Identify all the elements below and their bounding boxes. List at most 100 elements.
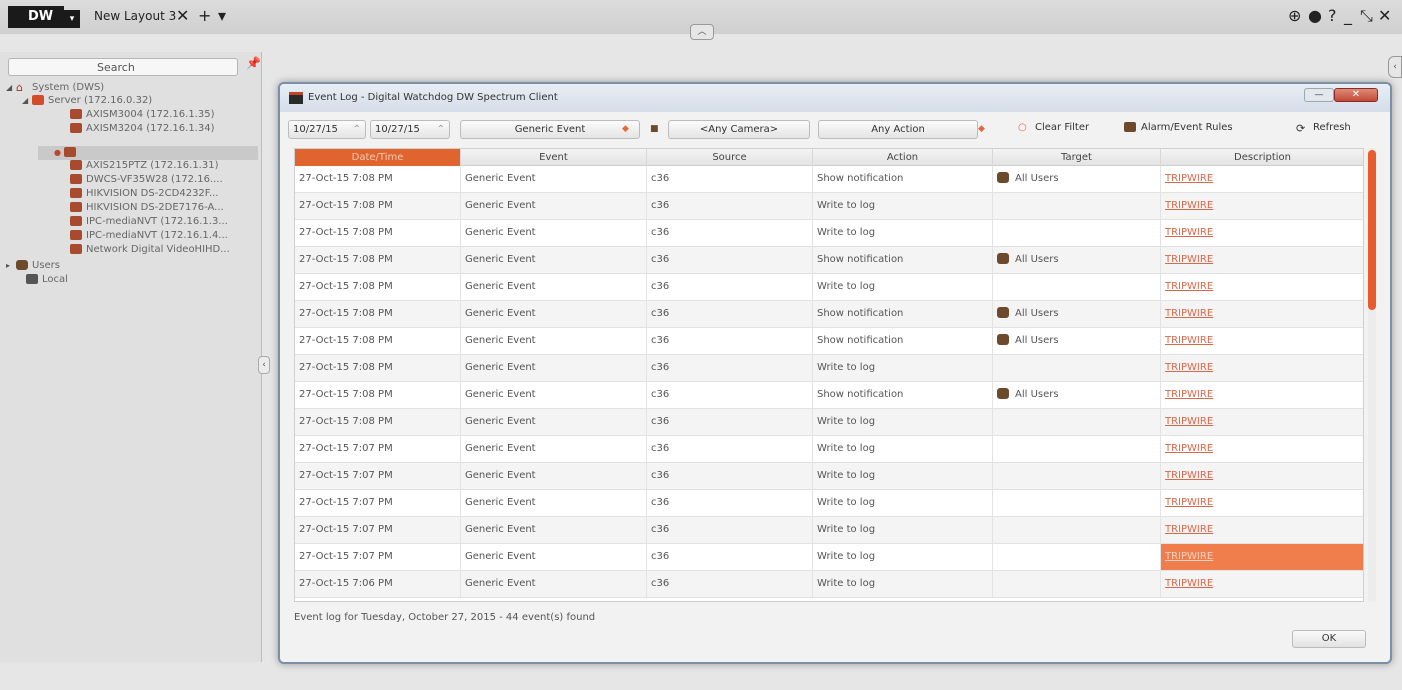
cell-description[interactable]: TRIPWIRE xyxy=(1161,328,1363,354)
alarm-rules-button[interactable]: Alarm/Event Rules xyxy=(1124,122,1233,133)
tree-item-camera[interactable]: AXIS215PTZ (172.16.1.31) xyxy=(70,160,218,172)
dialog-minimize-button[interactable]: — xyxy=(1304,88,1334,102)
table-row[interactable]: 27-Oct-15 7:06 PM Generic Event c36 Write t… xyxy=(295,571,1363,598)
cell-description[interactable]: TRIPWIRE xyxy=(1161,409,1363,435)
table-row[interactable]: 27-Oct-15 7:07 PM Generic Event c36 Write t… xyxy=(295,517,1363,544)
cell-description-text: TRIPWIRE xyxy=(1165,443,1214,454)
help-icon[interactable]: ? xyxy=(1328,6,1337,25)
search-input[interactable]: Search xyxy=(8,58,238,76)
table-row[interactable]: 27-Oct-15 7:08 PM Generic Event c36 Show no… xyxy=(295,328,1363,355)
action-dropdown-icon[interactable]: ◆ xyxy=(978,123,992,135)
table-row[interactable]: 27-Oct-15 7:08 PM Generic Event c36 Show no… xyxy=(295,247,1363,274)
cell-description[interactable]: TRIPWIRE xyxy=(1161,355,1363,381)
tree-item-users[interactable]: ▸ Users xyxy=(6,260,60,272)
tree-item-camera[interactable]: DWCS-VF35W28 (172.16.... xyxy=(70,174,223,186)
column-header-event[interactable]: Event xyxy=(461,149,647,166)
cell-event: Generic Event xyxy=(461,382,647,408)
cell-source: c36 xyxy=(647,247,813,273)
clear-filter-button[interactable]: ○ Clear Filter xyxy=(1018,122,1089,133)
table-row[interactable]: 27-Oct-15 7:08 PM Generic Event c36 Write t… xyxy=(295,220,1363,247)
event-type-select[interactable]: Generic Event xyxy=(460,120,640,139)
tree-item-camera[interactable]: IPC-mediaNVT (172.16.1.3... xyxy=(70,216,228,228)
tree-item-camera[interactable]: IPC-mediaNVT (172.16.1.4... xyxy=(70,230,228,242)
date-spinner-icon[interactable]: ⌃ xyxy=(437,121,445,138)
table-row[interactable]: 27-Oct-15 7:07 PM Generic Event c36 Write t… xyxy=(295,544,1363,571)
cell-date-text: 27-Oct-15 7:08 PM xyxy=(299,335,393,346)
cell-source: c36 xyxy=(647,409,813,435)
date-spinner-icon[interactable]: ⌃ xyxy=(353,121,361,138)
alarm-rules-icon xyxy=(1124,122,1136,132)
dialog-title-bar[interactable]: Event Log - Digital Watchdog DW Spectrum… xyxy=(280,84,1390,112)
cell-description[interactable]: TRIPWIRE xyxy=(1161,382,1363,408)
cell-description[interactable]: TRIPWIRE xyxy=(1161,193,1363,219)
column-header-date[interactable]: Date/Time xyxy=(295,149,461,166)
cell-description[interactable]: TRIPWIRE xyxy=(1161,571,1363,597)
scrollbar-thumb[interactable] xyxy=(1368,150,1376,310)
cell-date: 27-Oct-15 7:07 PM xyxy=(295,517,461,543)
column-header-action[interactable]: Action xyxy=(813,149,993,166)
collapse-title-bar-chevron-icon[interactable]: ︿ xyxy=(690,24,714,40)
vertical-scrollbar[interactable] xyxy=(1368,148,1376,602)
minimize-icon[interactable]: _ xyxy=(1344,6,1352,25)
tree-item-local[interactable]: Local xyxy=(16,274,68,286)
table-row[interactable]: 27-Oct-15 7:08 PM Generic Event c36 Write t… xyxy=(295,355,1363,382)
ok-button[interactable]: OK xyxy=(1292,630,1366,648)
tree-item-camera[interactable]: HIKVISION DS-2DE7176-A... xyxy=(70,202,224,214)
settings-icon[interactable]: ● xyxy=(1308,6,1322,25)
table-row[interactable]: 27-Oct-15 7:08 PM Generic Event c36 Show no… xyxy=(295,166,1363,193)
tree-item-server[interactable]: ◢ Server (172.16.0.32) xyxy=(22,95,152,107)
tab-close-icon[interactable]: ✕ xyxy=(176,6,189,25)
table-row[interactable]: 27-Oct-15 7:08 PM Generic Event c36 Write t… xyxy=(295,193,1363,220)
tree-item-system[interactable]: ◢ ⌂ System (DWS) xyxy=(6,82,104,94)
main-menu-chevron-down-icon[interactable]: ▾ xyxy=(64,10,80,28)
cell-source: c36 xyxy=(647,490,813,516)
right-panel-toggle-icon[interactable]: ‹ xyxy=(1388,56,1402,78)
add-tab-icon[interactable]: + xyxy=(198,6,211,25)
table-row[interactable]: 27-Oct-15 7:07 PM Generic Event c36 Write t… xyxy=(295,436,1363,463)
tab-menu-icon[interactable]: ▾ xyxy=(218,6,226,25)
date-from-field[interactable]: 10/27/15 ⌃ xyxy=(288,120,366,139)
cell-description[interactable]: TRIPWIRE xyxy=(1161,490,1363,516)
cell-source: c36 xyxy=(647,544,813,570)
fullscreen-icon[interactable]: ⤡ xyxy=(1360,6,1373,26)
globe-icon[interactable]: ⊕ xyxy=(1288,6,1301,25)
cell-description[interactable]: TRIPWIRE xyxy=(1161,274,1363,300)
tree-item-camera[interactable]: Network Digital VideoHIHD... xyxy=(70,244,230,256)
column-header-target[interactable]: Target xyxy=(993,149,1161,166)
table-row[interactable]: 27-Oct-15 7:08 PM Generic Event c36 Write t… xyxy=(295,274,1363,301)
cell-description[interactable]: TRIPWIRE xyxy=(1161,220,1363,246)
close-icon[interactable]: ✕ xyxy=(1378,6,1391,25)
cell-description[interactable]: TRIPWIRE xyxy=(1161,544,1363,570)
tree-item-camera[interactable]: AXISM3004 (172.16.1.35) xyxy=(70,109,214,121)
refresh-button[interactable]: ⟳ Refresh xyxy=(1296,122,1351,135)
camera-select[interactable]: <Any Camera> xyxy=(668,120,810,139)
tree-item-camera[interactable]: AXISM3204 (172.16.1.34) xyxy=(70,123,214,135)
cell-description[interactable]: TRIPWIRE xyxy=(1161,301,1363,327)
cell-description[interactable]: TRIPWIRE xyxy=(1161,166,1363,192)
table-row[interactable]: 27-Oct-15 7:07 PM Generic Event c36 Write t… xyxy=(295,490,1363,517)
cell-description[interactable]: TRIPWIRE xyxy=(1161,517,1363,543)
pin-icon[interactable]: 📌 xyxy=(246,56,261,70)
cell-action-text: Write to log xyxy=(817,497,876,508)
server-icon xyxy=(32,95,44,105)
cell-description[interactable]: TRIPWIRE xyxy=(1161,247,1363,273)
cell-description[interactable]: TRIPWIRE xyxy=(1161,436,1363,462)
tab-layout[interactable]: New Layout 3 xyxy=(94,9,176,23)
date-to-field[interactable]: 10/27/15 ⌃ xyxy=(370,120,450,139)
cell-description[interactable]: TRIPWIRE xyxy=(1161,463,1363,489)
panel-collapse-handle-icon[interactable]: ‹ xyxy=(258,356,270,374)
column-header-source[interactable]: Source xyxy=(647,149,813,166)
tree-item-camera-selected[interactable]: ● xyxy=(54,147,80,159)
tree-item-camera[interactable]: HIKVISION DS-2CD4232F... xyxy=(70,188,218,200)
table-row[interactable]: 27-Oct-15 7:08 PM Generic Event c36 Write t… xyxy=(295,409,1363,436)
table-row[interactable]: 27-Oct-15 7:07 PM Generic Event c36 Write t… xyxy=(295,463,1363,490)
event-type-dropdown-icon[interactable]: ◆ xyxy=(622,123,636,135)
app-logo[interactable]: DW xyxy=(8,6,64,28)
column-header-description[interactable]: Description xyxy=(1161,149,1363,166)
table-row[interactable]: 27-Oct-15 7:08 PM Generic Event c36 Show no… xyxy=(295,301,1363,328)
table-row[interactable]: 27-Oct-15 7:08 PM Generic Event c36 Show no… xyxy=(295,382,1363,409)
cell-description-text: TRIPWIRE xyxy=(1165,551,1214,562)
action-select[interactable]: Any Action xyxy=(818,120,978,139)
dialog-close-button[interactable]: ✕ xyxy=(1334,88,1378,102)
cell-target: All Users xyxy=(993,328,1161,354)
